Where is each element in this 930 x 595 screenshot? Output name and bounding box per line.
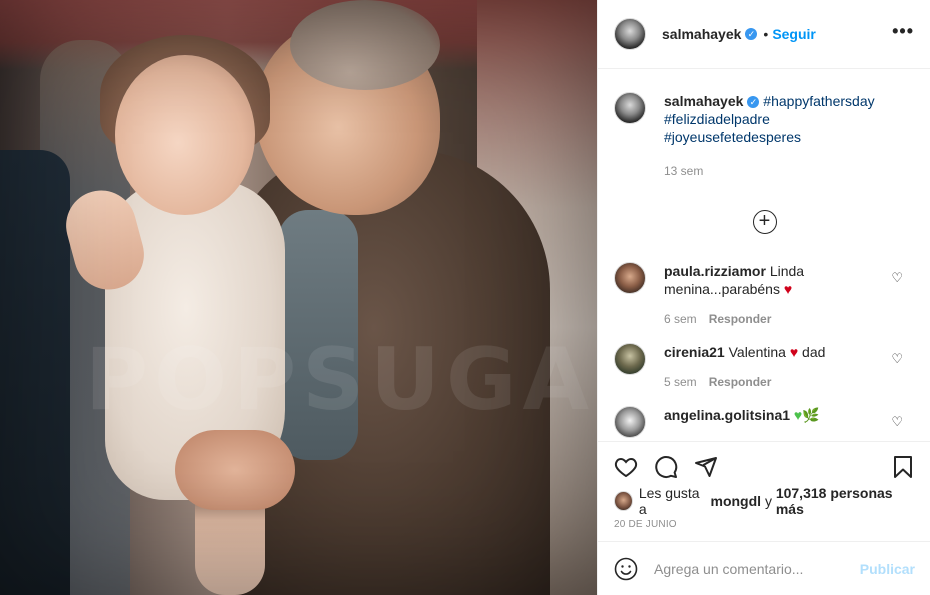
post-date[interactable]: 20 DE JUNIO: [614, 519, 915, 530]
caption-username[interactable]: salmahayek: [664, 93, 743, 109]
heart-icon[interactable]: ♡: [891, 270, 903, 286]
list-item: cirenia21 Valentina ♥ dad 5 sem Responder…: [614, 343, 915, 391]
liker-avatar[interactable]: [614, 491, 633, 511]
heart-emoji: ♥: [783, 281, 793, 297]
comment-age[interactable]: 5 sem: [664, 375, 697, 389]
leaf-emoji: 🌿: [802, 407, 820, 423]
add-icon[interactable]: +: [752, 210, 777, 234]
heart-icon[interactable]: ♡: [891, 414, 903, 430]
liker-username[interactable]: mongdl: [711, 493, 762, 509]
reply-button[interactable]: Responder: [709, 312, 772, 326]
hashtag-link[interactable]: #happyfathersday: [763, 93, 874, 109]
post-panel: salmahayek ✓ • Seguir ••• salmahayek ✓ #h…: [597, 0, 930, 595]
commenter-avatar[interactable]: [614, 406, 646, 438]
commenter-avatar[interactable]: [614, 262, 646, 294]
comments-list[interactable]: salmahayek ✓ #happyfathersday #felizdiade…: [598, 70, 930, 441]
caption-avatar[interactable]: [614, 92, 646, 124]
post-actions: Les gusta a mongdl y 107,318 personas má…: [598, 441, 930, 530]
commenter-username[interactable]: paula.rizziamor: [664, 263, 766, 279]
caption: salmahayek ✓ #happyfathersday #felizdiade…: [614, 70, 915, 180]
comment-icon[interactable]: [654, 455, 678, 479]
author-username[interactable]: salmahayek: [662, 26, 741, 42]
likes-connector: y: [764, 493, 772, 509]
list-item: paula.rizziamor Linda menina...parabéns …: [614, 262, 915, 328]
comment-text-after: dad: [802, 344, 826, 360]
caption-age[interactable]: 13 sem: [664, 162, 909, 180]
follow-button[interactable]: Seguir: [772, 26, 816, 42]
caption-text: salmahayek ✓ #happyfathersday #felizdiade…: [664, 92, 909, 180]
comment-input[interactable]: [654, 560, 852, 577]
reply-button[interactable]: Responder: [709, 375, 772, 389]
heart-icon[interactable]: [614, 455, 638, 479]
hashtag-link[interactable]: #felizdiadelpadre: [664, 111, 770, 127]
hashtag-link[interactable]: #joyeusefetedesperes: [664, 129, 801, 145]
add-comment-bar: Publicar: [598, 541, 930, 595]
likes-summary: Les gusta a mongdl y 107,318 personas má…: [614, 485, 915, 517]
separator-dot: •: [763, 26, 769, 42]
comment-text: Valentina: [728, 344, 786, 360]
heart-icon[interactable]: ♡: [891, 351, 903, 367]
publish-button[interactable]: Publicar: [860, 561, 915, 577]
comment-meta: 6 sem Responder: [664, 310, 884, 328]
comment-meta: 5 sem Responder: [664, 373, 884, 391]
more-icon[interactable]: •••: [892, 22, 914, 40]
post-header: salmahayek ✓ • Seguir •••: [598, 0, 930, 69]
post-photo[interactable]: POPSUGAR: [0, 0, 597, 595]
commenter-username[interactable]: cirenia21: [664, 344, 725, 360]
action-bar: [614, 442, 915, 492]
commenter-username[interactable]: angelina.golitsina1: [664, 407, 790, 423]
heart-emoji: ♥: [789, 344, 799, 360]
author-avatar[interactable]: [614, 18, 646, 50]
comment-age[interactable]: 6 sem: [664, 312, 697, 326]
photo-vignette: [0, 0, 597, 595]
heart-emoji: ♥: [793, 407, 803, 423]
verified-icon: ✓: [747, 96, 760, 109]
verified-icon: ✓: [745, 28, 758, 40]
commenter-avatar[interactable]: [614, 343, 646, 375]
list-item: angelina.golitsina1 ♥🌿 ♡: [614, 406, 915, 438]
emoji-icon[interactable]: [614, 557, 638, 581]
share-icon[interactable]: [694, 455, 718, 479]
bookmark-icon[interactable]: [891, 455, 915, 479]
